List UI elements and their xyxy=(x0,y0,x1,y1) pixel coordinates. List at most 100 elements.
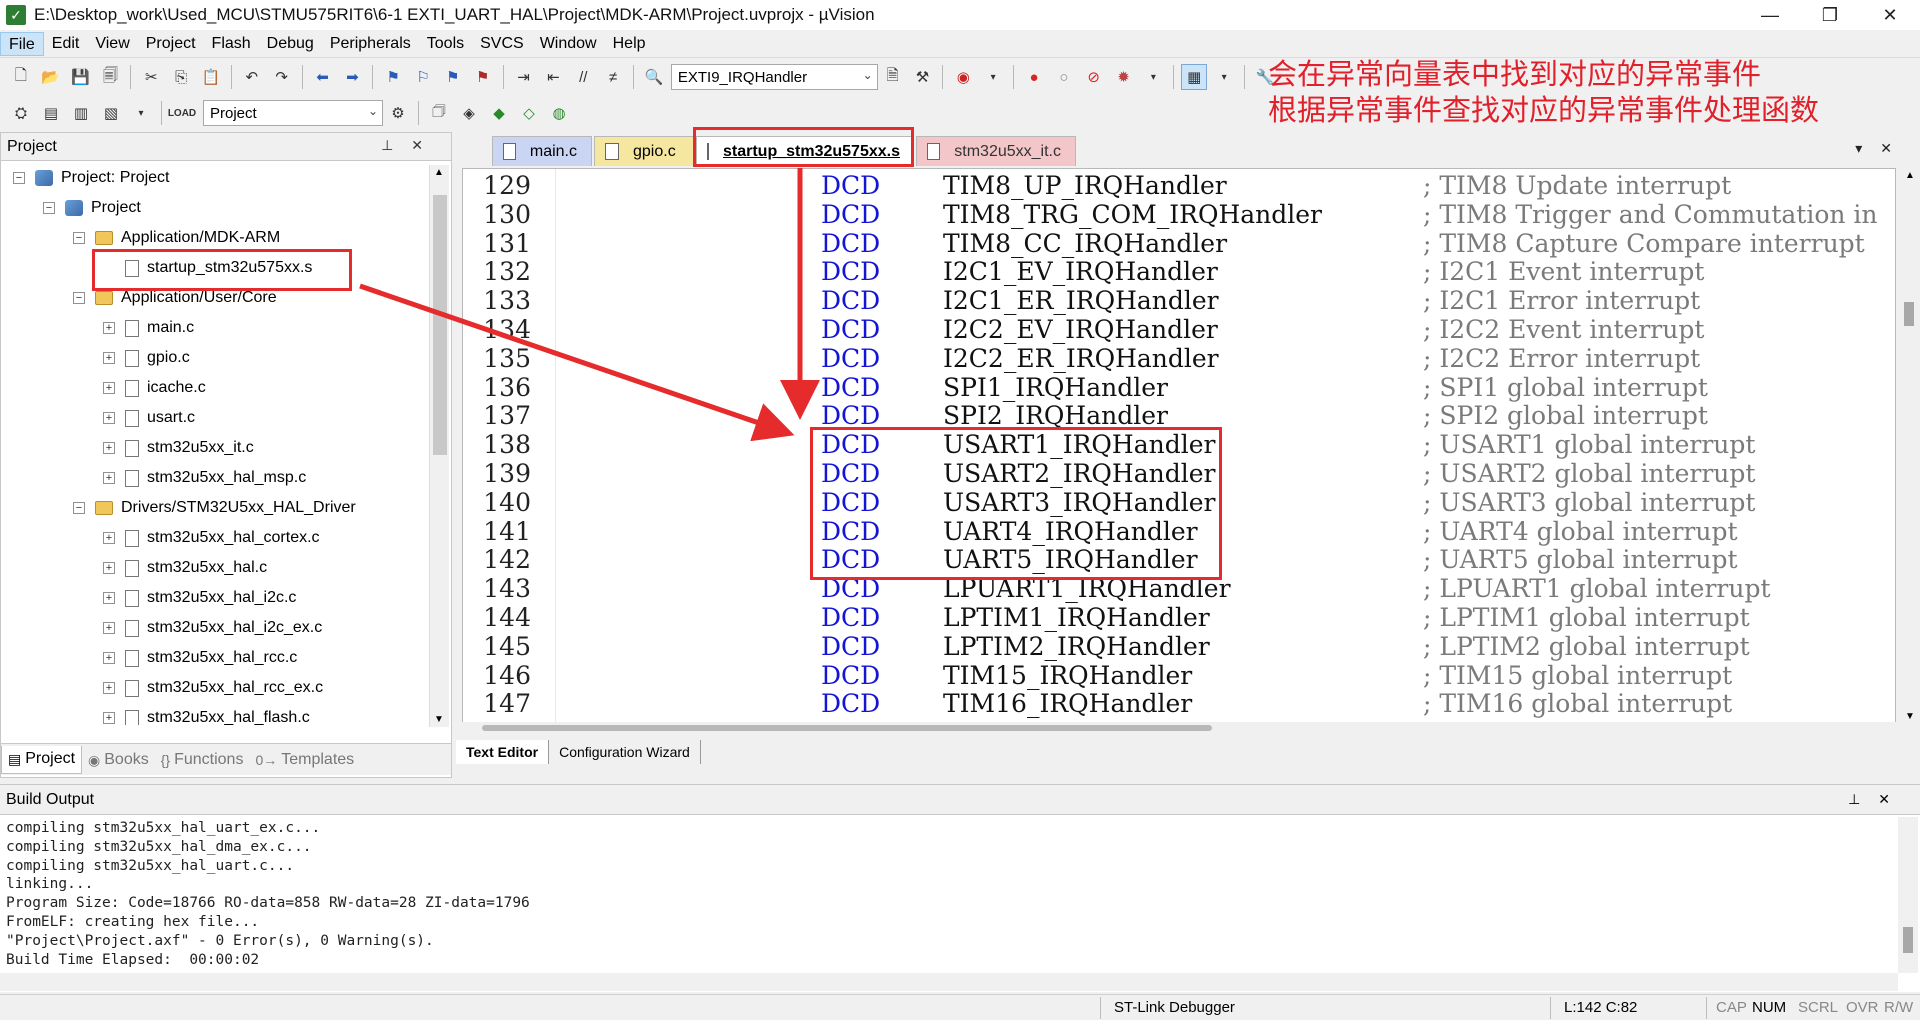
code-line[interactable]: 134 DCD I2C2_EV_IRQHandler ; I2C2 Event int… xyxy=(463,315,1895,344)
menu-file[interactable]: File xyxy=(0,31,44,56)
scroll-down-icon[interactable]: ▼ xyxy=(1905,711,1915,722)
tree-item[interactable]: + stm32u5xx_hal_rcc_ex.c xyxy=(103,675,323,701)
menu-window[interactable]: Window xyxy=(532,32,605,56)
save-all-icon[interactable]: 🗐 xyxy=(98,64,124,90)
bookmark-icon[interactable]: ⚑ xyxy=(380,64,406,90)
indent-icon[interactable]: ⇥ xyxy=(511,64,537,90)
scroll-up-icon[interactable]: ▲ xyxy=(1905,170,1915,181)
unindent-icon[interactable]: ⇤ xyxy=(541,64,567,90)
editor-horizontal-scrollbar[interactable] xyxy=(462,722,1896,734)
dropdown-arrow-icon[interactable]: ▾ xyxy=(1211,64,1237,90)
tree-item[interactable]: + main.c xyxy=(103,315,194,341)
code-line[interactable]: 131 DCD TIM8_CC_IRQHandler ; TIM8 Capture C… xyxy=(463,229,1895,258)
expand-icon[interactable]: + xyxy=(103,322,115,334)
menu-peripherals[interactable]: Peripherals xyxy=(322,32,419,56)
expand-icon[interactable]: + xyxy=(103,652,115,664)
kill-breakpoints-icon[interactable]: ✹ xyxy=(1111,64,1137,90)
menu-view[interactable]: View xyxy=(87,32,137,56)
incremental-find-icon[interactable]: ⚒ xyxy=(910,64,936,90)
dropdown-arrow-icon[interactable]: ▾ xyxy=(980,64,1006,90)
expand-icon[interactable]: + xyxy=(103,442,115,454)
comment-icon[interactable]: // xyxy=(570,64,596,90)
download-load-icon[interactable]: LOAD xyxy=(168,100,196,126)
window-layout-icon[interactable]: ▦ xyxy=(1181,64,1208,90)
target-combo[interactable]: Project ⌄ xyxy=(203,100,383,126)
panel-close-icon[interactable]: ✕ xyxy=(411,137,441,153)
expand-icon[interactable]: + xyxy=(103,622,115,634)
code-line[interactable]: 129 DCD TIM8_UP_IRQHandler ; TIM8 Update in… xyxy=(463,171,1895,200)
tab-list-icon[interactable]: ▾ xyxy=(1855,140,1880,156)
copy-icon[interactable]: ⎘ xyxy=(168,64,194,90)
debug-session-icon[interactable]: ◉ xyxy=(950,64,976,90)
expand-icon[interactable]: + xyxy=(103,352,115,364)
menu-help[interactable]: Help xyxy=(605,32,654,56)
tab-main-c[interactable]: main.c xyxy=(492,136,592,166)
expand-icon[interactable]: + xyxy=(103,532,115,544)
tab-startup-s[interactable]: startup_stm32u575xx.s xyxy=(696,136,914,166)
manage-environment-icon[interactable]: ◈ xyxy=(456,100,482,126)
scrollbar-thumb[interactable] xyxy=(482,725,1212,731)
build-icon[interactable]: ▤ xyxy=(38,100,64,126)
next-bookmark-icon[interactable]: ⚑ xyxy=(440,64,466,90)
close-tab-icon[interactable]: ✕ xyxy=(1880,140,1910,156)
tab-books[interactable]: ◉ Books xyxy=(82,746,155,774)
tree-item[interactable]: startup_stm32u575xx.s xyxy=(103,255,312,281)
function-combo[interactable]: EXTI9_IRQHandler ⌄ xyxy=(670,64,878,90)
code-line[interactable]: 132 DCD I2C1_EV_IRQHandler ; I2C1 Event int… xyxy=(463,257,1895,286)
new-file-icon[interactable]: 🗋 xyxy=(8,64,34,90)
redo-icon[interactable]: ↷ xyxy=(269,64,295,90)
tree-item[interactable]: + stm32u5xx_it.c xyxy=(103,435,254,461)
code-line[interactable]: 145 DCD LPTIM2_IRQHandler ; LPTIM2 global i… xyxy=(463,632,1895,661)
project-tree-scrollbar[interactable]: ▲ ▼ xyxy=(429,165,449,727)
options-for-target-icon[interactable]: ⚙ xyxy=(385,100,411,126)
menu-flash[interactable]: Flash xyxy=(204,32,259,56)
tree-item[interactable]: + stm32u5xx_hal_i2c_ex.c xyxy=(103,615,322,641)
tree-item[interactable]: − Project xyxy=(43,195,141,221)
nav-forward-icon[interactable]: ➡ xyxy=(339,64,365,90)
scrollbar-thumb[interactable] xyxy=(433,195,447,455)
save-icon[interactable]: 💾 xyxy=(68,64,94,90)
cut-icon[interactable]: ✂ xyxy=(138,64,164,90)
collapse-icon[interactable]: − xyxy=(73,292,85,304)
tree-item[interactable]: + stm32u5xx_hal_rcc.c xyxy=(103,645,297,671)
expand-icon[interactable]: + xyxy=(103,712,115,724)
build-output-text[interactable]: compiling stm32u5xx_hal_uart_ex.c... comp… xyxy=(6,819,530,969)
tree-item[interactable]: + stm32u5xx_hal_flash.c xyxy=(103,705,310,725)
scroll-down-icon[interactable]: ▼ xyxy=(434,714,444,725)
code-line[interactable]: 133 DCD I2C1_ER_IRQHandler ; I2C1 Error int… xyxy=(463,286,1895,315)
tree-item[interactable]: + icache.c xyxy=(103,375,206,401)
editor-vertical-scrollbar[interactable]: ▲ ▼ xyxy=(1900,168,1920,724)
select-packs-icon[interactable]: ◇ xyxy=(516,100,542,126)
translate-icon[interactable]: ⛭ xyxy=(8,100,34,126)
code-line[interactable]: 130 DCD TIM8_TRG_COM_IRQHandler ; TIM8 Trig… xyxy=(463,200,1895,229)
find-icon[interactable]: 🗎 xyxy=(880,64,906,90)
tree-item[interactable]: + stm32u5xx_hal_msp.c xyxy=(103,465,306,491)
expand-icon[interactable]: + xyxy=(103,562,115,574)
prev-bookmark-icon[interactable]: ⚐ xyxy=(410,64,436,90)
code-line[interactable]: 140 DCD USART3_IRQHandler ; USART3 global i… xyxy=(463,488,1895,517)
menu-tools[interactable]: Tools xyxy=(419,32,472,56)
disable-breakpoint-icon[interactable]: ○ xyxy=(1051,64,1077,90)
tree-item[interactable]: − Application/User/Core xyxy=(73,285,277,311)
rebuild-icon[interactable]: ▥ xyxy=(68,100,94,126)
collapse-icon[interactable]: − xyxy=(73,232,85,244)
code-view[interactable]: 129 DCD TIM8_UP_IRQHandler ; TIM8 Update in… xyxy=(462,168,1896,724)
collapse-icon[interactable]: − xyxy=(73,502,85,514)
uncomment-icon[interactable]: ≠ xyxy=(600,64,626,90)
disable-all-breakpoints-icon[interactable]: ⊘ xyxy=(1081,64,1107,90)
expand-icon[interactable]: + xyxy=(103,382,115,394)
manage-rte-icon[interactable]: ◍ xyxy=(546,100,572,126)
code-line[interactable]: 139 DCD USART2_IRQHandler ; USART2 global i… xyxy=(463,459,1895,488)
menu-debug[interactable]: Debug xyxy=(259,32,322,56)
dropdown-arrow-icon[interactable]: ▾ xyxy=(1140,64,1166,90)
tab-stm32u5xx-it-c[interactable]: stm32u5xx_it.c xyxy=(916,136,1076,166)
nav-back-icon[interactable]: ⬅ xyxy=(310,64,336,90)
tree-item[interactable]: + stm32u5xx_hal_cortex.c xyxy=(103,525,320,551)
pin-icon[interactable]: ⊥ xyxy=(1848,791,1878,807)
code-line[interactable]: 136 DCD SPI1_IRQHandler ; SPI1 global inter… xyxy=(463,373,1895,402)
menu-project[interactable]: Project xyxy=(138,32,204,56)
tab-configuration-wizard[interactable]: Configuration Wizard xyxy=(549,740,701,764)
menu-svcs[interactable]: SVCS xyxy=(472,32,532,56)
dropdown-arrow-icon[interactable]: ▾ xyxy=(128,100,154,126)
scrollbar-thumb[interactable] xyxy=(1904,302,1914,326)
